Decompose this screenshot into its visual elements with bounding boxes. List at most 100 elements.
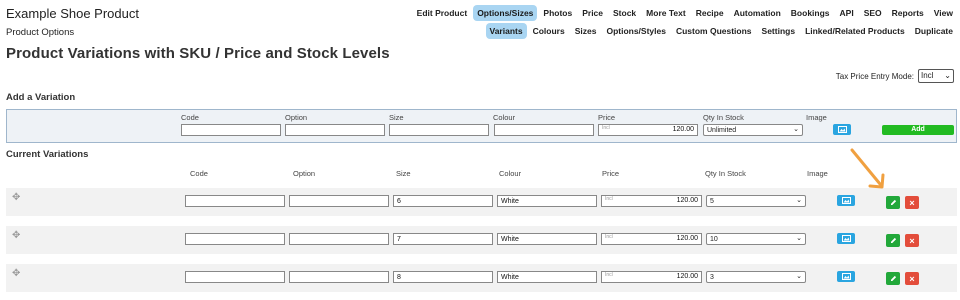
- qty-value: 3: [710, 274, 714, 281]
- delete-button[interactable]: ×: [905, 196, 919, 209]
- edit-button[interactable]: [886, 234, 900, 247]
- tax-mode: Tax Price Entry Mode: Incl ⌄: [836, 69, 954, 83]
- delete-button[interactable]: ×: [905, 234, 919, 247]
- row-option-input[interactable]: [289, 233, 389, 245]
- col-qty: Qty In Stock: [705, 169, 746, 178]
- price-value: 120.00: [672, 126, 694, 133]
- col-size: Size: [396, 169, 411, 178]
- add-size-input[interactable]: [389, 124, 489, 136]
- add-col-qty: Qty In Stock: [703, 113, 744, 122]
- add-col-option: Option: [285, 113, 308, 122]
- row-price-input[interactable]: Incl 120.00: [601, 233, 702, 245]
- col-option: Option: [293, 169, 316, 178]
- tab-variants[interactable]: Variants: [485, 23, 527, 39]
- section-subtitle: Product Options: [6, 27, 75, 38]
- move-icon[interactable]: ✥: [12, 230, 20, 241]
- tab-photos[interactable]: Photos: [539, 5, 576, 21]
- add-price-input[interactable]: Incl 120.00: [598, 124, 698, 136]
- add-image-button[interactable]: [833, 124, 851, 135]
- tab-settings[interactable]: Settings: [758, 23, 800, 39]
- add-code-input[interactable]: [181, 124, 281, 136]
- row-colour-input[interactable]: White: [497, 271, 597, 283]
- price-placeholder: Incl: [605, 272, 613, 278]
- add-qty-select[interactable]: Unlimited ⌄: [703, 124, 803, 136]
- row-price-input[interactable]: Incl 120.00: [601, 195, 702, 207]
- tab-automation[interactable]: Automation: [730, 5, 785, 21]
- chevron-down-icon: ⌄: [796, 235, 802, 242]
- tab-reports[interactable]: Reports: [888, 5, 928, 21]
- current-variations-title: Current Variations: [6, 149, 89, 160]
- tab-view[interactable]: View: [930, 5, 957, 21]
- tab-options-sizes[interactable]: Options/Sizes: [473, 5, 538, 21]
- tab-more-text[interactable]: More Text: [642, 5, 690, 21]
- tab-options-styles[interactable]: Options/Styles: [602, 23, 670, 39]
- primary-nav: Edit Product Options/Sizes Photos Price …: [413, 5, 957, 21]
- col-price: Price: [602, 169, 620, 178]
- price-placeholder: Incl: [602, 125, 610, 131]
- move-icon[interactable]: ✥: [12, 268, 20, 279]
- row-option-input[interactable]: [289, 271, 389, 283]
- add-col-size: Size: [389, 113, 404, 122]
- product-name: Example Shoe Product: [6, 6, 139, 21]
- col-image: Image: [807, 169, 828, 178]
- add-colour-input[interactable]: [494, 124, 594, 136]
- col-code: Code: [190, 169, 208, 178]
- chevron-down-icon: ⌄: [793, 126, 799, 133]
- tab-seo[interactable]: SEO: [860, 5, 886, 21]
- chevron-down-icon: ⌄: [944, 71, 951, 80]
- add-variation-button[interactable]: Add: [882, 125, 954, 135]
- tab-edit-product[interactable]: Edit Product: [413, 5, 472, 21]
- row-image-button[interactable]: [837, 195, 855, 206]
- edit-button[interactable]: [886, 196, 900, 209]
- move-icon[interactable]: ✥: [12, 192, 20, 203]
- price-placeholder: Incl: [605, 234, 613, 240]
- row-qty-select[interactable]: 10 ⌄: [706, 233, 806, 245]
- tab-sizes[interactable]: Sizes: [571, 23, 601, 39]
- tab-duplicate[interactable]: Duplicate: [911, 23, 957, 39]
- edit-button[interactable]: [886, 272, 900, 285]
- arrow-annotation: [850, 148, 885, 189]
- close-icon: ×: [909, 197, 915, 208]
- row-image-button[interactable]: [837, 271, 855, 282]
- image-icon: [841, 235, 851, 242]
- close-icon: ×: [909, 273, 915, 284]
- tab-api[interactable]: API: [836, 5, 858, 21]
- qty-value: Unlimited: [707, 127, 737, 134]
- row-colour-input[interactable]: White: [497, 233, 597, 245]
- tab-colours[interactable]: Colours: [529, 23, 569, 39]
- row-image-button[interactable]: [837, 233, 855, 244]
- pencil-icon: [890, 237, 896, 243]
- add-variation-title: Add a Variation: [6, 92, 76, 103]
- row-size-input[interactable]: 8: [393, 271, 493, 283]
- add-col-price: Price: [598, 113, 616, 122]
- row-code-input[interactable]: [185, 271, 285, 283]
- tab-linked-products[interactable]: Linked/Related Products: [801, 23, 909, 39]
- image-icon: [837, 126, 847, 133]
- row-size-input[interactable]: 7: [393, 233, 493, 245]
- qty-value: 10: [710, 236, 718, 243]
- row-option-input[interactable]: [289, 195, 389, 207]
- add-option-input[interactable]: [285, 124, 385, 136]
- tab-price[interactable]: Price: [578, 5, 607, 21]
- row-code-input[interactable]: [185, 195, 285, 207]
- row-code-input[interactable]: [185, 233, 285, 245]
- tax-mode-value: Incl: [921, 71, 934, 80]
- row-qty-select[interactable]: 5 ⌄: [706, 195, 806, 207]
- tax-mode-label: Tax Price Entry Mode:: [835, 71, 914, 81]
- price-value: 120.00: [676, 235, 698, 242]
- delete-button[interactable]: ×: [905, 272, 919, 285]
- tab-custom-questions[interactable]: Custom Questions: [672, 23, 756, 39]
- price-placeholder: Incl: [605, 196, 613, 202]
- tax-mode-select[interactable]: Incl ⌄: [918, 69, 954, 83]
- page-title: Product Variations with SKU / Price and …: [6, 45, 390, 62]
- tab-stock[interactable]: Stock: [609, 5, 640, 21]
- row-size-input[interactable]: 6: [393, 195, 493, 207]
- row-colour-input[interactable]: White: [497, 195, 597, 207]
- row-qty-select[interactable]: 3 ⌄: [706, 271, 806, 283]
- tab-recipe[interactable]: Recipe: [692, 5, 728, 21]
- image-icon: [841, 197, 851, 204]
- qty-value: 5: [710, 198, 714, 205]
- pencil-icon: [890, 275, 896, 281]
- tab-bookings[interactable]: Bookings: [787, 5, 834, 21]
- row-price-input[interactable]: Incl 120.00: [601, 271, 702, 283]
